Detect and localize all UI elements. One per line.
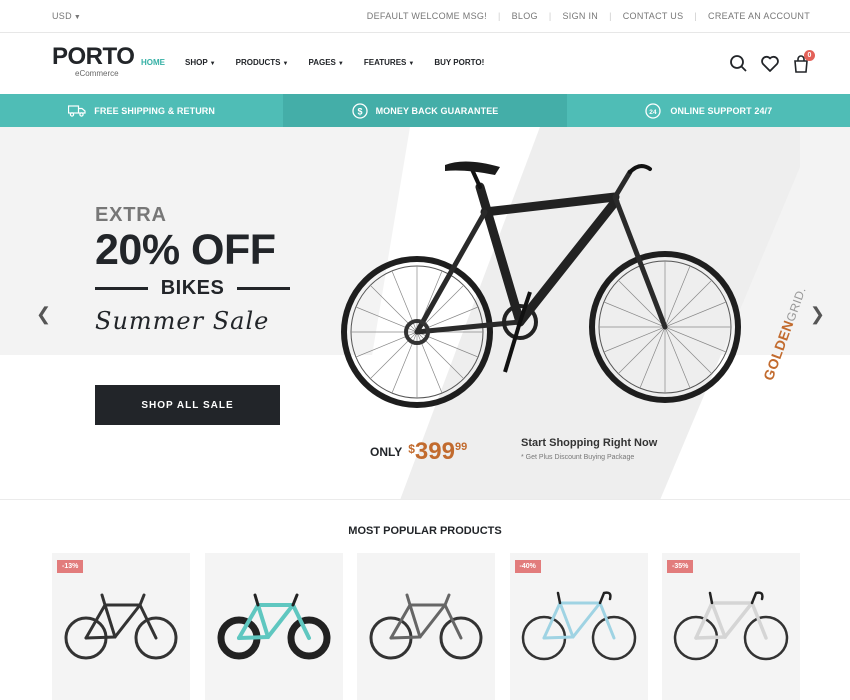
top-bar: USD ▼ DEFAULT WELCOME MSG! | BLOG | SIGN … [0,0,850,33]
price-cents: 99 [454,441,468,453]
info-free-shipping: FREE SHIPPING & RETURN [0,94,283,127]
slider-prev-arrow[interactable]: ❮ [36,304,51,325]
info-label: FREE SHIPPING & RETURN [94,105,216,116]
info-label: MONEY BACK GUARANTEE [375,105,499,116]
divider: | [497,11,501,21]
blog-link[interactable]: BLOG [512,11,538,21]
nav-home[interactable]: HOME [141,58,165,67]
welcome-message: DEFAULT WELCOME MSG! [366,11,487,21]
product-bike-image [64,593,178,660]
nav-label: HOME [141,58,165,67]
dollar-circle-icon: $ [351,102,368,119]
support-24-icon: 24 [645,102,661,119]
divider: | [694,11,698,21]
info-bar: FREE SHIPPING & RETURN $ MONEY BACK GUAR… [0,94,850,127]
start-shopping-subtext: * Get Plus Discount Buying Package [521,454,635,461]
info-label: ONLINE SUPPORT 24/7 [670,105,773,116]
shop-all-sale-button[interactable]: SHOP ALL SALE [95,385,280,425]
product-bike-image [521,591,636,661]
product-card[interactable] [204,553,343,700]
product-card[interactable] [357,553,495,700]
divider: | [548,11,552,21]
hero-price: ONLY $ 399 99 [370,439,467,465]
info-online-support: 24 ONLINE SUPPORT 24/7 [567,94,850,127]
discount-badge: -35% [667,560,694,573]
nav-label: FEATURES [363,58,407,67]
logo-text: PORTO [52,43,135,70]
wishlist-heart-icon[interactable] [759,53,781,75]
svg-text:24: 24 [650,108,658,115]
product-card[interactable]: -13% [52,553,190,700]
hero-subline: BIKES [95,277,290,299]
product-bike-image [217,593,330,660]
hero-subline-text: BIKES [160,276,225,299]
chevron-down-icon: ▼ [408,61,415,67]
cart-count-badge: 0 [804,50,815,61]
chevron-down-icon: ▼ [73,14,82,21]
slider-next-arrow[interactable]: ❯ [810,304,825,325]
price-only-label: ONLY [370,445,403,459]
section-title: MOST POPULAR PRODUCTS [348,525,502,537]
create-account-link[interactable]: CREATE AN ACCOUNT [708,11,810,21]
contact-us-link[interactable]: CONTACT US [623,11,684,21]
main-header: PORTO eCommerce HOME SHOP ▼ PRODUCTS ▼ PAG… [0,33,850,94]
svg-text:$: $ [357,106,362,116]
logo[interactable]: PORTO eCommerce [52,43,135,79]
discount-badge: -13% [57,560,84,573]
product-grid: -13% -40% -35% [52,553,815,700]
nav-buy-porto[interactable]: BUY PORTO! [434,58,484,67]
nav-pages[interactable]: PAGES ▼ [308,58,343,67]
logo-subtitle: eCommerce [75,69,119,78]
header-icons: 0 [719,50,815,75]
chevron-down-icon: ▼ [282,61,289,67]
nav-label: PAGES [308,58,336,67]
product-bike-image [369,593,483,660]
hero-extra: EXTRA [95,204,167,226]
info-money-back: $ MONEY BACK GUARANTEE [283,94,567,127]
currency-label: USD [52,11,72,21]
nav-label: BUY PORTO! [434,58,485,67]
sign-in-link[interactable]: SIGN IN [562,11,598,21]
hero-bike-image [341,161,741,408]
cart-icon[interactable]: 0 [790,50,815,75]
divider [237,286,290,290]
price-currency: $ [408,442,415,456]
product-card[interactable]: -40% [509,553,648,700]
nav-products[interactable]: PRODUCTS ▼ [236,58,289,67]
divider: | [609,11,612,21]
divider [95,286,148,290]
search-icon[interactable] [728,53,750,75]
nav-label: SHOP [185,58,208,67]
discount-badge: -40% [514,560,541,573]
product-card[interactable]: -35% [662,553,800,700]
currency-switcher[interactable]: USD ▼ [52,11,81,21]
chevron-down-icon: ▼ [209,61,216,67]
hero-slider: EXTRA 20% OFF BIKES Summer Sale SHOP ALL… [0,127,850,500]
truck-icon [68,104,86,117]
nav-features[interactable]: FEATURES ▼ [364,58,414,67]
nav-shop[interactable]: SHOP ▼ [185,58,216,67]
chevron-down-icon: ▼ [337,61,344,67]
nav-label: PRODUCTS [235,58,281,67]
product-bike-image [673,591,789,661]
main-nav: HOME SHOP ▼ PRODUCTS ▼ PAGES ▼ FEATURES ▼ BU… [141,58,504,67]
price-integer: 399 [414,438,455,465]
start-shopping-text: Start Shopping Right Now [521,437,658,449]
hero-script-text: Summer Sale [95,307,270,335]
top-links: DEFAULT WELCOME MSG! | BLOG | SIGN IN | … [367,11,810,21]
hero-headline: 20% OFF [95,226,276,274]
